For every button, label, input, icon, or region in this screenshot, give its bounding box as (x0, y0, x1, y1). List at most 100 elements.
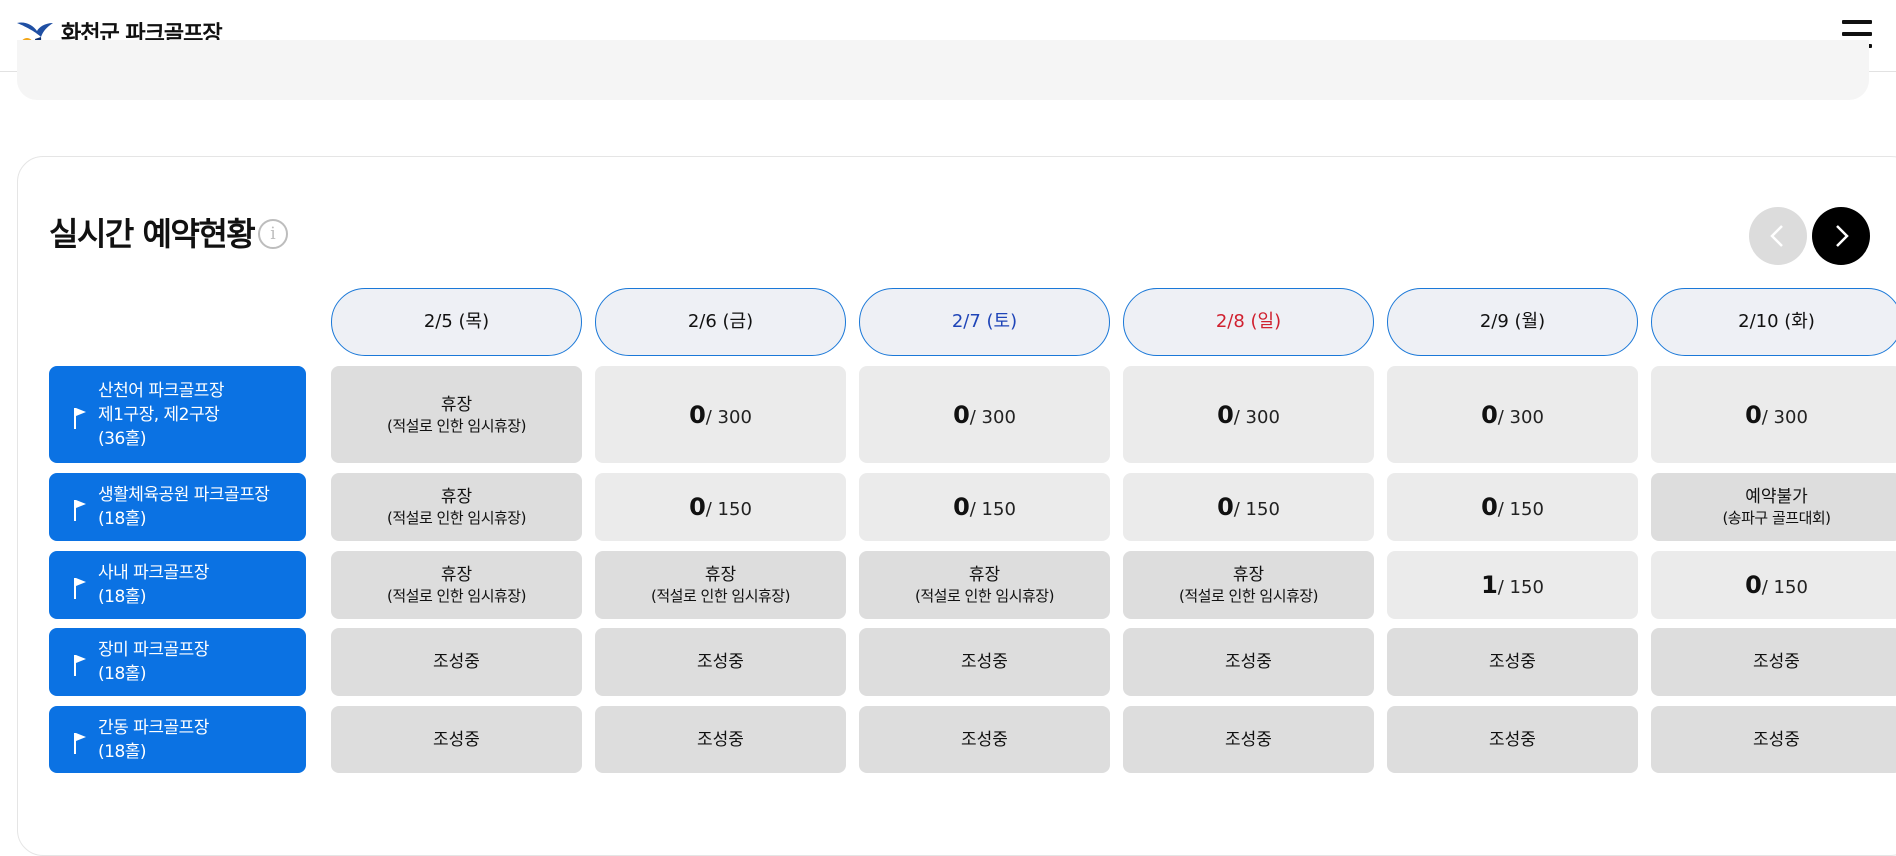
date-tab[interactable]: 2/8 (일) (1123, 288, 1374, 356)
capacity: / 300 (1233, 406, 1280, 428)
status-cell: 조성중 (595, 628, 846, 696)
booked-count: 0 (1481, 400, 1498, 429)
booking-count: 0/ 300 (689, 401, 752, 429)
status-text: 조성중 (1225, 652, 1272, 672)
booked-count: 0 (1217, 400, 1234, 429)
status-cell: 조성중 (1651, 628, 1896, 696)
course-label[interactable]: 간동 파크골프장 (18홀) (49, 706, 306, 773)
availability-cell[interactable]: 0/ 300 (1651, 366, 1896, 463)
booking-count: 0/ 150 (1481, 493, 1544, 521)
booking-count: 0/ 150 (689, 493, 752, 521)
booked-count: 0 (1217, 493, 1234, 521)
flag-icon (74, 408, 86, 429)
status-cell: 조성중 (1387, 628, 1638, 696)
date-tab[interactable]: 2/9 (월) (1387, 288, 1638, 356)
status-text: 휴장 (440, 394, 473, 415)
course-name: 장미 파크골프장 (18홀) (98, 640, 209, 684)
status-cell: 조성중 (595, 706, 846, 773)
capacity: / 150 (1497, 499, 1544, 520)
next-week-button[interactable] (1812, 207, 1870, 265)
status-text: 조성중 (1489, 652, 1536, 672)
date-tab[interactable]: 2/10 (화) (1651, 288, 1896, 356)
course-name: 산천어 파크골프장 제1구장, 제2구장 (36홀) (98, 381, 225, 449)
status-cell: 조성중 (1387, 706, 1638, 773)
top-panel (17, 40, 1869, 100)
availability-cell[interactable]: 0/ 300 (859, 366, 1110, 463)
capacity: / 150 (1497, 577, 1544, 598)
course-label[interactable]: 장미 파크골프장 (18홀) (49, 628, 306, 696)
availability-cell[interactable]: 0/ 300 (595, 366, 846, 463)
status-cell: 조성중 (331, 706, 582, 773)
status-reason: (적설로 인한 임시휴장) (651, 587, 790, 605)
section-title: 실시간 예약현황 (49, 215, 256, 253)
status-text: 휴장 (968, 565, 1001, 585)
flag-icon (74, 500, 86, 521)
status-text: 휴장 (440, 487, 473, 507)
status-cell: 휴장 (적설로 인한 임시휴장) (331, 473, 582, 541)
course-label[interactable]: 사내 파크골프장 (18홀) (49, 551, 306, 619)
course-name: 간동 파크골프장 (18홀) (98, 718, 209, 762)
availability-cell[interactable]: 0/ 150 (595, 473, 846, 541)
availability-cell[interactable]: 0/ 150 (1123, 473, 1374, 541)
flag-icon (74, 733, 86, 754)
status-text: 조성중 (1489, 729, 1536, 750)
capacity: / 300 (1761, 406, 1808, 428)
date-tab[interactable]: 2/6 (금) (595, 288, 846, 356)
info-icon[interactable]: i (258, 219, 288, 249)
prev-week-button[interactable] (1749, 207, 1807, 265)
status-text: 조성중 (1225, 729, 1272, 750)
chevron-left-icon (1770, 225, 1783, 247)
status-reason: (적설로 인한 임시휴장) (1179, 587, 1318, 605)
status-text: 조성중 (961, 729, 1008, 750)
status-cell: 휴장 (적설로 인한 임시휴장) (595, 551, 846, 619)
booked-count: 0 (1481, 493, 1498, 521)
capacity: / 150 (969, 499, 1016, 520)
status-text: 조성중 (1753, 652, 1800, 672)
status-reason: (적설로 인한 임시휴장) (387, 587, 526, 605)
availability-cell[interactable]: 1/ 150 (1387, 551, 1638, 619)
flag-icon (74, 578, 86, 599)
capacity: / 150 (1761, 577, 1808, 598)
course-label[interactable]: 생활체육공원 파크골프장 (18홀) (49, 473, 306, 541)
status-text: 조성중 (697, 652, 744, 672)
status-cell: 휴장 (적설로 인한 임시휴장) (331, 551, 582, 619)
status-reason: (송파구 골프대회) (1722, 509, 1831, 527)
booked-count: 0 (953, 493, 970, 521)
booked-count: 0 (953, 400, 970, 429)
capacity: / 150 (705, 499, 752, 520)
availability-cell[interactable]: 0/ 150 (1651, 551, 1896, 619)
flag-icon (74, 655, 86, 676)
status-cell: 휴장 (적설로 인한 임시휴장) (1123, 551, 1374, 619)
status-cell: 조성중 (859, 628, 1110, 696)
booked-count: 1 (1481, 571, 1498, 599)
booking-count: 0/ 150 (1217, 493, 1280, 521)
booking-count: 0/ 300 (1481, 401, 1544, 429)
course-name: 사내 파크골프장 (18홀) (98, 563, 209, 607)
status-text: 조성중 (697, 729, 744, 750)
status-text: 조성중 (961, 652, 1008, 672)
status-cell: 휴장 (적설로 인한 임시휴장) (859, 551, 1110, 619)
status-text: 휴장 (440, 565, 473, 585)
status-text: 조성중 (433, 729, 480, 750)
booked-count: 0 (689, 400, 706, 429)
availability-cell[interactable]: 0/ 150 (1387, 473, 1638, 541)
status-reason: (적설로 인한 임시휴장) (387, 509, 526, 527)
status-cell: 조성중 (859, 706, 1110, 773)
availability-cell[interactable]: 0/ 300 (1387, 366, 1638, 463)
status-cell: 예약불가 (송파구 골프대회) (1651, 473, 1896, 541)
course-label[interactable]: 산천어 파크골프장 제1구장, 제2구장 (36홀) (49, 366, 306, 463)
status-cell: 조성중 (1123, 628, 1374, 696)
date-tab[interactable]: 2/7 (토) (859, 288, 1110, 356)
booked-count: 0 (1745, 400, 1762, 429)
booking-count: 0/ 300 (1745, 401, 1808, 429)
capacity: / 300 (969, 406, 1016, 428)
booking-count: 0/ 150 (1745, 571, 1808, 599)
booking-count: 0/ 300 (953, 401, 1016, 429)
booking-count: 0/ 300 (1217, 401, 1280, 429)
status-cell: 휴장 (적설로 인한 임시휴장) (331, 366, 582, 463)
status-cell: 조성중 (1651, 706, 1896, 773)
availability-cell[interactable]: 0/ 300 (1123, 366, 1374, 463)
date-tab[interactable]: 2/5 (목) (331, 288, 582, 356)
availability-cell[interactable]: 0/ 150 (859, 473, 1110, 541)
status-text: 휴장 (704, 565, 737, 585)
